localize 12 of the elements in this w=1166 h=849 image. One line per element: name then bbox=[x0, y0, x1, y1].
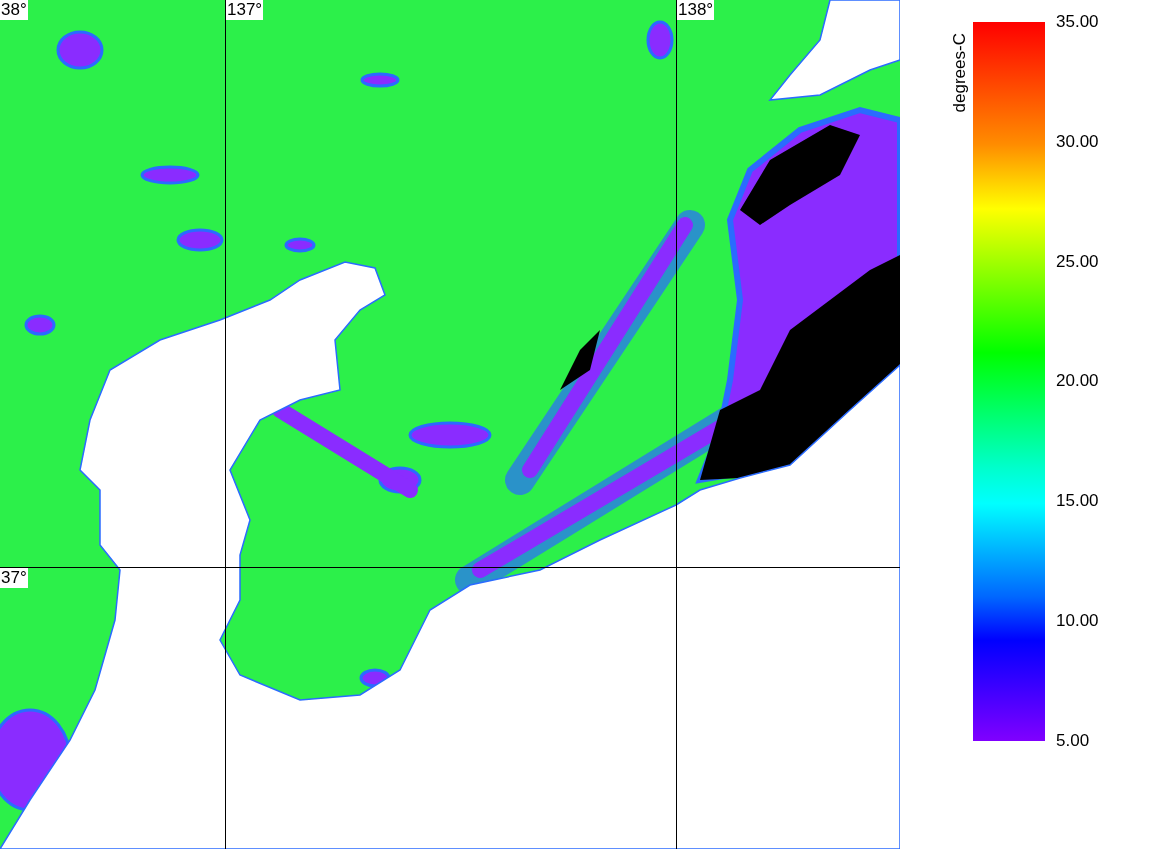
scale-tick-label: 25.00 bbox=[1056, 251, 1099, 272]
longitude-label: 137° bbox=[226, 0, 264, 20]
unit-label: degrees-C bbox=[948, 33, 970, 113]
scale-tick-label: 10.00 bbox=[1056, 611, 1099, 632]
scale-tick-label: 15.00 bbox=[1056, 491, 1099, 512]
scale-tick-label: 5.00 bbox=[1056, 730, 1091, 751]
longitude-label: 138° bbox=[677, 0, 715, 20]
latitude-label: 37° bbox=[0, 568, 28, 588]
scale-tick-label: 30.00 bbox=[1056, 131, 1099, 152]
scale-tick-label: 35.00 bbox=[1056, 12, 1099, 32]
latitude-label: 38° bbox=[0, 0, 28, 20]
scale-tick-label: 20.00 bbox=[1056, 371, 1099, 392]
